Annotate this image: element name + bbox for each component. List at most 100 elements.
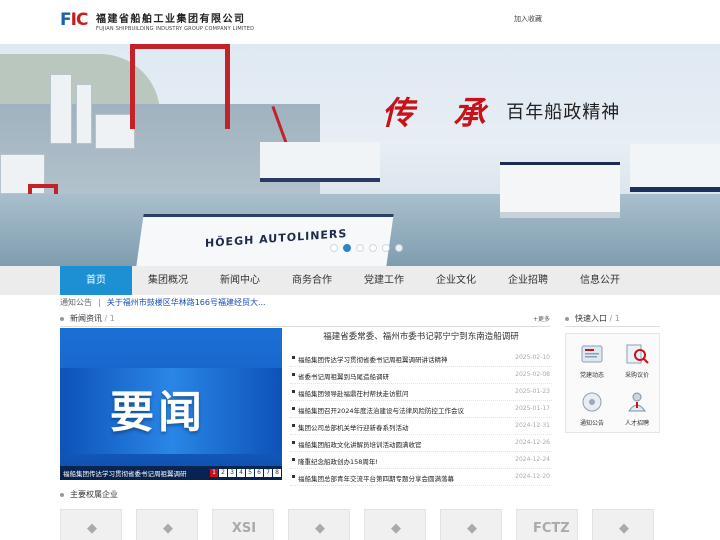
subsidiary-logo-mark: ◆ [391,521,401,536]
news-item[interactable]: 福船集团总部青年交流平台第四期专题分享会圆满落幕 2024-12-20 [290,469,552,486]
news-item[interactable]: 集团公司总部机关举行迎新春系列活动 2024-12-31 [290,418,552,435]
news-item-date: 2025-01-17 [515,405,550,412]
add-favorite-link[interactable]: 加入收藏 [514,14,542,24]
nav-item[interactable]: 企业招聘 [492,266,564,295]
news-item[interactable]: 省委书记周祖翼到马尾造船调研 2025-02-08 [290,367,552,384]
news-item-title[interactable]: 福船集团领导赴福鼎茌村帮扶走访慰问 [298,388,409,398]
quick-entry-item[interactable]: 党建动态 [569,338,615,384]
banner-ship [500,162,620,218]
nav-item[interactable]: 新闻中心 [204,266,276,295]
quick-entry-item[interactable]: 人才招聘 [614,386,660,432]
banner-slogan: 传 承 百年船政精神 [382,88,620,134]
news-more-link[interactable]: +更多 [533,314,550,323]
slide-pager-button[interactable]: 8 [273,469,281,477]
subsidiary-logo-mark: ◆ [163,521,173,536]
subsidiary-logo[interactable]: XSI [212,509,274,540]
subsidiary-logo-mark: ◆ [87,521,97,536]
quick-entry-label: 采购议价 [624,372,649,379]
logo-mark: FIC [60,10,88,30]
bullet-icon [292,458,295,461]
slide-pager-button[interactable]: 4 [237,469,245,477]
nav-item[interactable]: 信息公开 [564,266,636,295]
bullet-icon [292,373,295,376]
news-item-date: 2025-01-23 [515,388,550,395]
quick-entry-box: 党建动态 采购议价通知公告 人才招聘 [565,333,660,433]
slide-pager-button[interactable]: 6 [255,469,263,477]
subsidiary-logo[interactable]: FCTZ [516,509,578,540]
news-headline[interactable]: 福建省委常委、福州市委书记郭宁宁到东南造船调研 [290,330,552,342]
notice-label: 通知公告 [60,298,92,307]
news-item-date: 2025-02-10 [515,354,550,361]
news-item-title[interactable]: 福船集团总部青年交流平台第四期专题分享会圆满落幕 [298,473,454,483]
party-building-icon [579,341,605,367]
subsidiary-logo[interactable]: ◆ [364,509,426,540]
slide-caption[interactable]: 福船集团传达学习贯彻省委书记周祖翼调研 [63,468,187,478]
notice-link[interactable]: 关于福州市鼓楼区华林路166号福建经贸大... [107,298,266,307]
quick-entry-label: 通知公告 [579,420,604,427]
slide-pager-button[interactable]: 5 [246,469,254,477]
banner-dot[interactable] [356,244,364,252]
news-item-title[interactable]: 福船集团传达学习贯彻省委书记周祖翼调研讲话精神 [298,354,448,364]
news-item[interactable]: 隆重纪念船政创办158周年! 2024-12-24 [290,452,552,469]
nav-item[interactable]: 商务合作 [276,266,348,295]
main-nav: 首页 集团概况 新闻中心 商务合作 党建工作 企业文化 企业招聘 信息公开 [0,266,720,295]
banner-building [0,154,45,194]
hero-banner[interactable]: HÖEGH AUTOLINERS 传 承 百年船政精神 [0,44,720,266]
slide-pager-button[interactable]: 2 [219,469,227,477]
nav-item[interactable]: 首页 [60,266,132,295]
banner-building [76,84,92,144]
subs-section-title: 主要权属企业 [60,489,118,500]
slide-pager-button[interactable]: 1 [210,469,218,477]
subsidiary-logo[interactable]: ◆ [60,509,122,540]
banner-dot[interactable] [382,244,390,252]
news-item-title[interactable]: 福船集团召开2024年度法治建设与法律风险防控工作会议 [298,405,464,415]
quick-entry-item[interactable]: 采购议价 [614,338,660,384]
recruitment-icon [624,389,650,415]
quick-entry-label: 人才招聘 [624,420,649,427]
nav-item[interactable]: 集团概况 [132,266,204,295]
notice-bar: 通知公告 | 关于福州市鼓楼区华林路166号福建经贸大... [60,296,660,310]
news-item[interactable]: 福船集团召开2024年度法治建设与法律风险防控工作会议 2025-01-17 [290,401,552,418]
nav-item[interactable]: 企业文化 [420,266,492,295]
banner-building [95,114,135,149]
subsidiary-logo[interactable]: ◆ [288,509,350,540]
slide-pager-button[interactable]: 7 [264,469,272,477]
banner-ship [630,144,720,192]
banner-dot[interactable] [395,244,403,252]
news-slideshow[interactable]: 要闻 福船集团传达学习贯彻省委书记周祖翼调研 12345678 [60,328,282,480]
nav-item[interactable]: 党建工作 [348,266,420,295]
news-section-title: 新闻资讯 / 1 [60,313,115,324]
news-item-title[interactable]: 集团公司总部机关举行迎新春系列活动 [298,422,409,432]
subsidiary-logo-mark: ◆ [619,521,629,536]
homepage: FIC 福建省船舶工业集团有限公司 FUJIAN SHIPBUILDING IN… [0,0,720,540]
quick-divider [565,326,660,327]
site-header: FIC 福建省船舶工业集团有限公司 FUJIAN SHIPBUILDING IN… [0,0,720,44]
bullet-icon [292,441,295,444]
logo-chinese-name: 福建省船舶工业集团有限公司 [96,14,246,25]
banner-dot[interactable] [343,244,351,252]
banner-dot[interactable] [330,244,338,252]
subsidiary-logo[interactable]: ◆ [136,509,198,540]
subsidiary-logo[interactable]: ◆ [592,509,654,540]
news-item-date: 2024-12-31 [515,422,550,429]
news-item-title[interactable]: 福船集团船政文化讲解员培训活动圆满收官 [298,439,422,449]
news-item-title[interactable]: 省委书记周祖翼到马尾造船调研 [298,371,389,381]
news-item-date: 2024-12-24 [515,456,550,463]
site-logo[interactable]: FIC 福建省船舶工业集团有限公司 FUJIAN SHIPBUILDING IN… [60,6,254,36]
subsidiary-logo[interactable]: ◆ [440,509,502,540]
news-item-title[interactable]: 隆重纪念船政创办158周年! [298,456,378,466]
crane-leg [130,44,135,129]
notice-separator: | [98,298,101,307]
news-item[interactable]: 福船集团船政文化讲解员培训活动圆满收官 2024-12-26 [290,435,552,452]
slide-caption-bar: 福船集团传达学习贯彻省委书记周祖翼调研 12345678 [60,466,282,480]
news-item[interactable]: 福船集团领导赴福鼎茌村帮扶走访慰问 2025-01-23 [290,384,552,401]
slide-pager-button[interactable]: 3 [228,469,236,477]
news-list: 福船集团传达学习贯彻省委书记周祖翼调研讲话精神 2025-02-10 省委书记周祖翼… [290,350,552,486]
banner-pagination [330,244,403,252]
subsidiary-logo-mark: ◆ [467,521,477,536]
quick-entry-item[interactable]: 通知公告 [569,386,615,432]
section-marker-icon [60,316,64,321]
logo-english-name: FUJIAN SHIPBUILDING INDUSTRY GROUP COMPA… [96,26,255,32]
banner-dot[interactable] [369,244,377,252]
news-item[interactable]: 福船集团传达学习贯彻省委书记周祖翼调研讲话精神 2025-02-10 [290,350,552,367]
